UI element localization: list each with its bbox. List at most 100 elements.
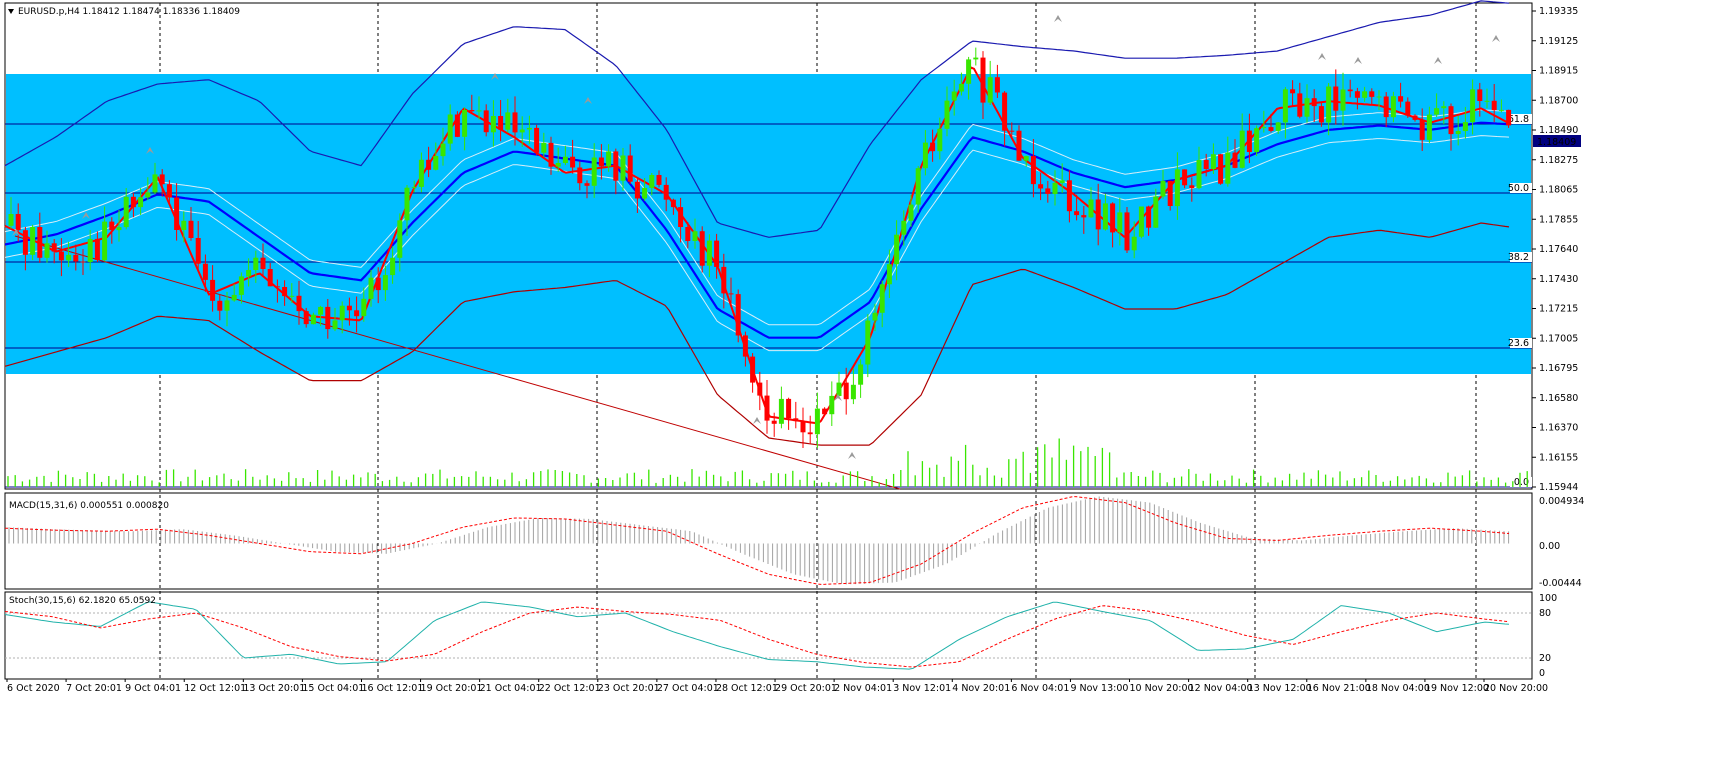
candle-body [1376, 96, 1382, 98]
time-axis-label: 6 Nov 04:01 [1011, 683, 1069, 694]
candle-body [116, 227, 122, 231]
candle-body [1138, 206, 1144, 237]
price-scale-label: 1.16580 [1539, 393, 1578, 404]
candle-body [649, 175, 655, 188]
candle-body [267, 269, 273, 287]
candle-body [562, 156, 568, 163]
candle-body [728, 293, 734, 295]
candle-body [346, 305, 352, 311]
candle-body [310, 314, 316, 325]
price-scale-label: 1.18700 [1539, 95, 1578, 106]
time-axis-label: 6 Oct 2020 [7, 683, 60, 694]
candle-body [980, 57, 986, 103]
time-axis-label: 28 Oct 12:01 [716, 683, 778, 694]
price-scale-label: 1.16795 [1539, 363, 1578, 374]
candle-body [1333, 86, 1339, 111]
time-axis-label: 9 Oct 04:01 [125, 683, 181, 694]
candle-body [361, 298, 367, 317]
time-axis-label: 15 Oct 04:01 [302, 683, 364, 694]
time-axis-label: 21 Oct 04:01 [480, 683, 542, 694]
stoch-pane[interactable] [4, 591, 1533, 680]
candle-body [678, 207, 684, 227]
candle-body [1275, 122, 1281, 131]
candle-body [606, 151, 612, 167]
candle-body [670, 199, 676, 208]
candle-body [1045, 188, 1051, 194]
candle-body [130, 196, 136, 208]
candle-body [858, 364, 864, 385]
candle-body [22, 230, 28, 255]
candle-body [58, 251, 64, 261]
candle-body [1246, 130, 1252, 152]
candle-body [80, 261, 86, 263]
time-axis-label: 7 Oct 20:01 [66, 683, 122, 694]
candle-body [757, 382, 763, 396]
symbol-header: EURUSD.p,H4 1.18412 1.18474 1.18336 1.18… [18, 7, 240, 17]
candle-body [1326, 86, 1332, 123]
candle-body [541, 142, 547, 153]
candle-body [397, 220, 403, 258]
candle-body [37, 227, 43, 258]
candle-body [865, 320, 871, 365]
candle-body [1261, 127, 1267, 129]
candle-body [166, 184, 172, 198]
price-scale-label: 1.18275 [1539, 155, 1578, 166]
candle-body [598, 157, 604, 167]
candle [454, 111, 460, 138]
time-axis-label: 10 Nov 20:00 [1130, 683, 1194, 694]
candle [1506, 109, 1512, 128]
candle-body [454, 114, 460, 137]
candle-body [145, 192, 151, 198]
candle-body [1412, 115, 1418, 120]
candle-body [476, 110, 482, 112]
candle-body [1441, 106, 1447, 109]
candle-body [922, 142, 928, 169]
candle-body [1232, 152, 1238, 168]
candle-body [937, 128, 943, 152]
candle-body [958, 83, 964, 92]
candle-body [822, 408, 828, 415]
candle-body [1225, 152, 1231, 184]
candle-body [987, 77, 993, 103]
candle-body [390, 257, 396, 276]
candle-body [656, 175, 662, 185]
price-scale-label: 1.16155 [1539, 452, 1578, 463]
candle-body [1254, 128, 1260, 153]
fib-zone-fill [6, 74, 1531, 374]
time-axis-label: 27 Oct 04:01 [657, 683, 719, 694]
chart-canvas[interactable]: 61.850.038.223.60.0 EURUSD.p,H4 1.18412 … [0, 0, 1716, 765]
candle [1124, 207, 1130, 253]
candle-body [224, 300, 230, 311]
price-scale-label: 1.17005 [1539, 333, 1578, 344]
candle-body [642, 187, 648, 199]
candle-body [195, 238, 201, 264]
macd-header: MACD(15,31,6) 0.000551 0.000820 [9, 501, 169, 511]
candle-body [793, 418, 799, 422]
candle-body [1290, 89, 1296, 94]
time-axis-label: 16 Nov 21:00 [1307, 683, 1371, 694]
candle-body [1239, 130, 1245, 168]
candle-body [634, 181, 640, 199]
candle-body [1282, 89, 1288, 123]
candle-body [498, 116, 504, 130]
candle-body [1038, 184, 1044, 189]
candle-body [418, 159, 424, 187]
candle-body [930, 142, 936, 152]
candle-body [966, 59, 972, 84]
candle-body [915, 168, 921, 205]
candle [1254, 125, 1260, 157]
candle-body [850, 384, 856, 400]
candle-body [1419, 119, 1425, 140]
candle-body [778, 398, 784, 424]
macd-scale-label: 0.004934 [1539, 496, 1584, 507]
candle-body [1182, 169, 1188, 186]
candle-body [66, 254, 72, 261]
candle-body [836, 382, 842, 396]
candle-body [1088, 199, 1094, 218]
candle-body [174, 197, 180, 230]
candle-body [289, 295, 295, 297]
candle-body [296, 295, 302, 312]
candle-body [318, 306, 324, 315]
candle-body [829, 395, 835, 415]
candle-body [1340, 89, 1346, 111]
